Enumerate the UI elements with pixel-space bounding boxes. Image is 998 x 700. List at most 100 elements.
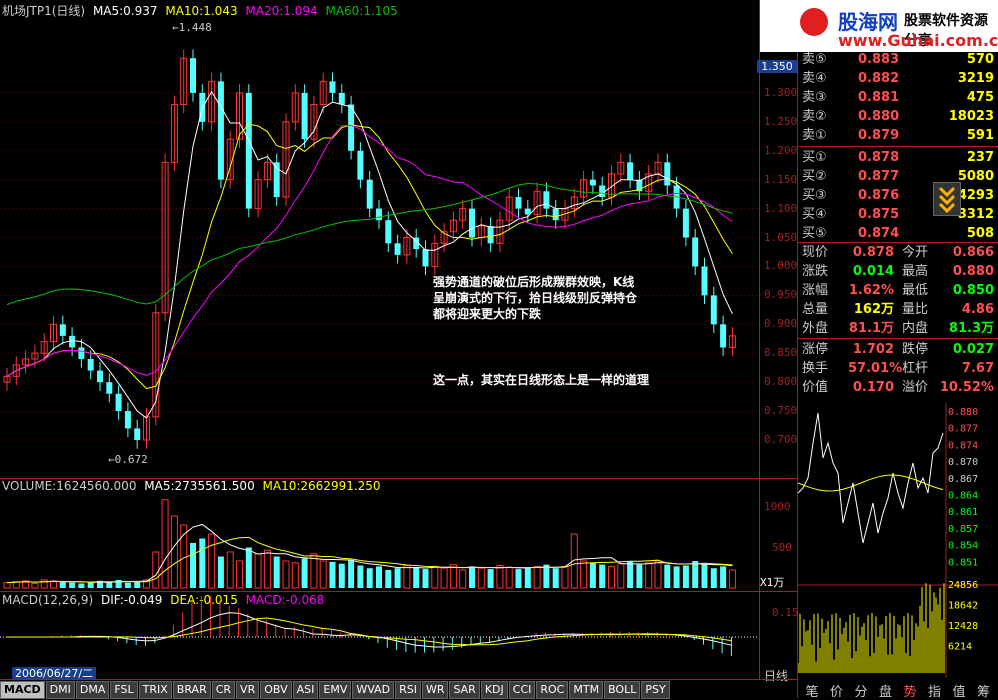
volume-bar-down (627, 561, 634, 588)
bottom-tab-6[interactable]: 值 (947, 681, 971, 700)
annotation-line-4: 这一点，其实在日线形态上是一样的道理 (433, 373, 650, 387)
volume-bar-up (40, 579, 48, 589)
volume-bar-up (431, 565, 439, 589)
candle-body-down (78, 347, 85, 360)
tab-asi[interactable]: ASI (292, 681, 319, 699)
annotation-line-2: 呈崩演式的下行，拾日线级别反弹持仓 (433, 291, 638, 305)
candle-body-down (87, 359, 94, 371)
volume-bar-up (580, 560, 588, 589)
tab-trix[interactable]: TRIX (138, 681, 172, 699)
volume-bar-down (599, 564, 606, 588)
candle-body-down (301, 92, 308, 140)
tab-dma[interactable]: DMA (75, 681, 110, 699)
volume-bar-up (319, 560, 327, 589)
candle-body-down (124, 411, 131, 429)
macd-panel[interactable]: MACD(12,26,9) DIF:-0.049 DEA:-0.015 MACD… (0, 592, 760, 680)
volume-bar-up (533, 565, 541, 589)
volume-bar-up (645, 562, 653, 589)
volume-bar-down (245, 547, 252, 588)
macd-histogram (0, 595, 760, 657)
tab-cr[interactable]: CR (211, 681, 236, 699)
candle-body-down (97, 370, 103, 383)
candle-body-down (422, 249, 429, 267)
volume-bar-up (617, 563, 625, 589)
bottom-tab-3[interactable]: 盘 (874, 681, 898, 700)
volume-bar-up (449, 564, 457, 589)
tab-kdj[interactable]: KDJ (480, 681, 508, 699)
annotation-line-3: 都将迎来更大的下跌 (433, 307, 542, 321)
volume-bar-down (385, 570, 392, 588)
volume-bar-up (152, 551, 160, 589)
tab-boll[interactable]: BOLL (604, 681, 641, 699)
bottom-tab-1[interactable]: 价 (825, 681, 849, 700)
volume-bar-down (301, 558, 308, 588)
volume-bar-up (728, 569, 736, 589)
tab-emv[interactable]: EMV (319, 681, 352, 699)
bottom-tab-7[interactable]: 筹 (972, 681, 996, 700)
tab-brar[interactable]: BRAR (172, 681, 211, 699)
candle-body-down (338, 92, 345, 105)
main-chart-area[interactable]: 机场JTP1(日线) MA5:0.937 MA10:1.043 MA20:1.0… (0, 0, 760, 478)
tab-rsi[interactable]: RSI (395, 681, 421, 699)
bottom-tab-0[interactable]: 笔 (800, 681, 824, 700)
volume-bar-up (263, 549, 271, 589)
bottom-tabs: 笔价分盘势指值筹 (798, 0, 998, 700)
sell-arrows-icon[interactable] (933, 182, 961, 216)
volume-bar-up (440, 567, 448, 589)
candle-body-down (599, 185, 606, 198)
volume-bar-down (710, 568, 717, 588)
high-marker: ←1.448 (172, 21, 212, 34)
volume-bar-down (673, 566, 680, 588)
volume-bar-down (552, 568, 559, 588)
tab-roc[interactable]: ROC (536, 681, 569, 699)
volume-bar-up (403, 565, 411, 589)
ma5-line (6, 90, 733, 419)
volume-bar-up (505, 566, 513, 589)
tab-psy[interactable]: PSY (641, 681, 670, 699)
volume-bar-up (236, 560, 243, 589)
volume-bar-down (124, 582, 131, 588)
tab-dmi[interactable]: DMI (45, 681, 75, 699)
volume-bar-down (524, 568, 531, 588)
tab-fsl[interactable]: FSL (110, 681, 138, 699)
volume-bar-up (226, 551, 234, 589)
candle-body-down (543, 191, 550, 209)
dif-line (6, 612, 732, 648)
volume-bar-down (701, 562, 708, 588)
volume-bar-down (692, 561, 699, 588)
candle-body-down (106, 382, 113, 394)
bottom-tab-4[interactable]: 势 (898, 681, 922, 700)
volume-bar-up (282, 560, 290, 589)
tab-wr[interactable]: WR (421, 681, 449, 699)
volume-bar-up (496, 565, 504, 589)
candle-body-down (552, 208, 559, 221)
tab-vr[interactable]: VR (236, 681, 260, 699)
candle-body-down (348, 104, 355, 151)
tab-obv[interactable]: OBV (260, 681, 292, 699)
tab-macd[interactable]: MACD (0, 681, 45, 699)
volume-bar-down (273, 556, 280, 588)
volume-bar-down (487, 569, 494, 588)
volume-bar-down (115, 579, 122, 588)
tab-sar[interactable]: SAR (449, 681, 480, 699)
volume-bar-up (3, 582, 11, 589)
candle-body-down (385, 220, 392, 244)
current-price-tag: 1.350 (757, 60, 797, 73)
tab-mtm[interactable]: MTM (569, 681, 604, 699)
volume-bar-up (608, 565, 615, 589)
tab-cci[interactable]: CCI (508, 681, 536, 699)
volume-bar-down (543, 564, 550, 588)
bottom-tab-2[interactable]: 分 (849, 681, 873, 700)
volume-bar-down (69, 582, 76, 588)
volume-bar-down (338, 563, 345, 588)
volume-panel[interactable]: VOLUME:1624560.000 MA5:2735561.500 MA10:… (0, 478, 760, 592)
tab-wvad[interactable]: WVAD (352, 681, 395, 699)
volume-bar-up (208, 533, 216, 589)
candle-body-down (394, 243, 401, 255)
bottom-tab-5[interactable]: 指 (923, 681, 947, 700)
candle-body-down (627, 162, 634, 180)
candle-body-down (134, 428, 141, 440)
volume-bar-down (394, 568, 401, 588)
volume-bar-down (59, 581, 66, 588)
volume-bar-down (636, 564, 643, 588)
